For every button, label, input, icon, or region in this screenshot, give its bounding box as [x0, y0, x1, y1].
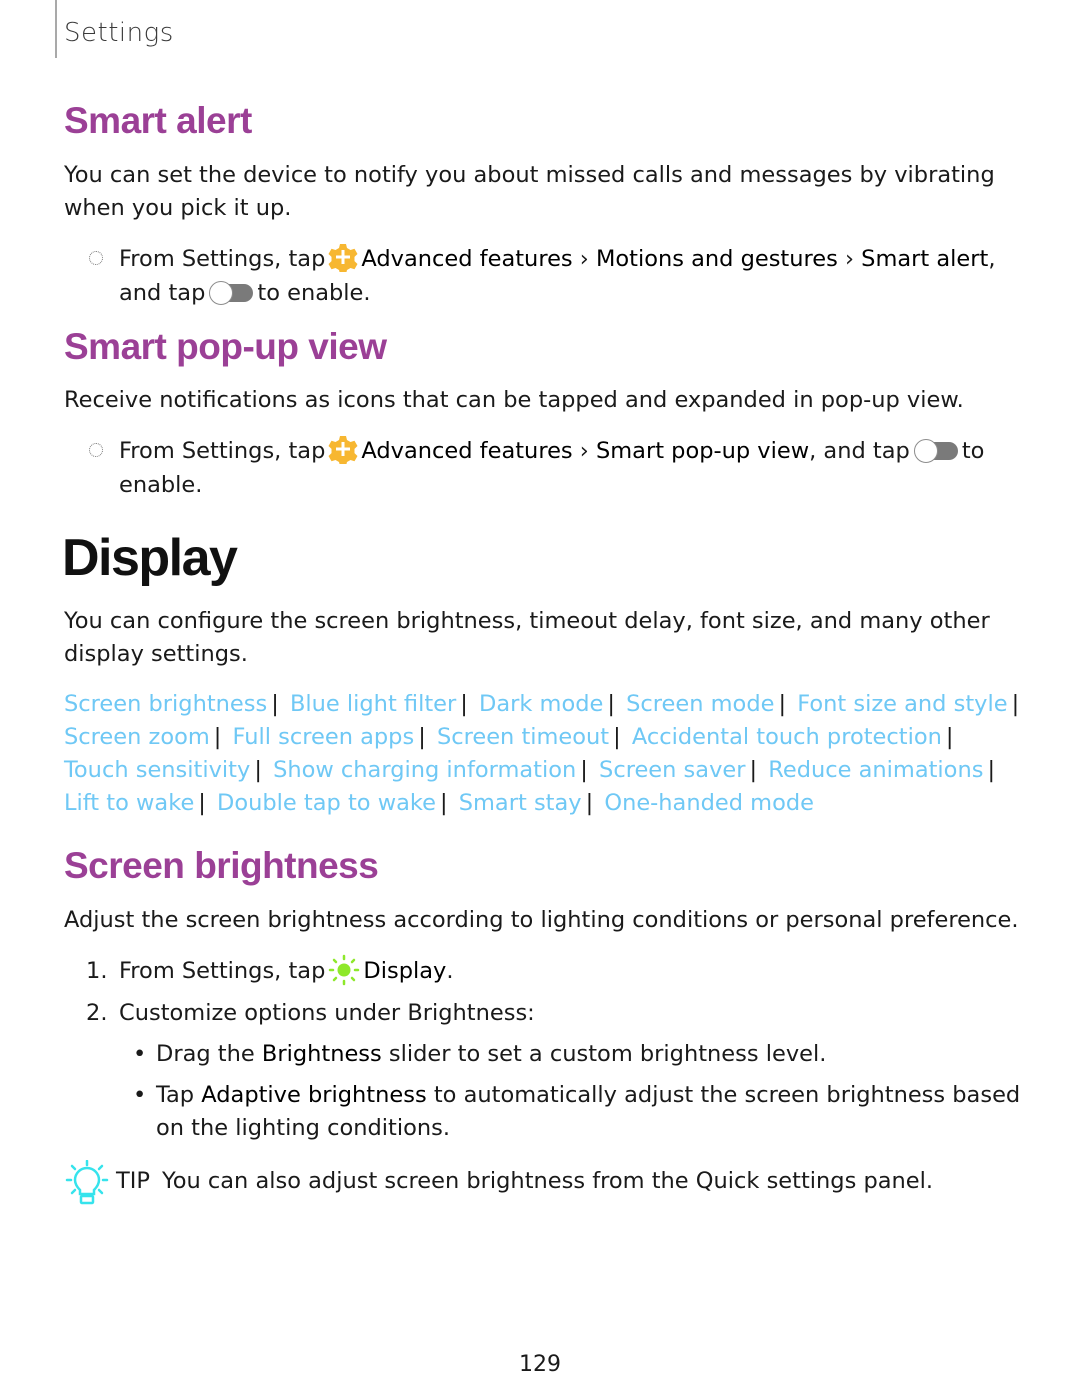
link-separator: | [945, 724, 954, 750]
path-motions-gestures: Motions and gestures [595, 246, 838, 272]
link-separator: | [607, 691, 615, 717]
smart-popup-description: Receive notifications as icons that can … [64, 387, 964, 413]
smart-alert-heading: Smart alert [64, 100, 252, 141]
smart-popup-step: From Settings, tap Advanced features › Sm… [119, 434, 1024, 502]
link-separator: | [418, 724, 426, 750]
link-separator: | [271, 691, 279, 717]
topic-link-full-screen-apps[interactable]: Full screen apps [233, 724, 415, 750]
topic-link-show-charging-information[interactable]: Show charging information [273, 757, 576, 783]
smart-popup-heading: Smart pop-up view [64, 326, 387, 367]
topic-link-lift-to-wake[interactable]: Lift to wake [64, 790, 194, 816]
link-separator: | [213, 724, 222, 750]
toggle-off-icon [209, 281, 254, 305]
link-separator: | [585, 790, 594, 816]
display-sun-icon [328, 954, 360, 986]
section-header: Settings [64, 18, 174, 48]
topic-link-reduce-animations[interactable]: Reduce animations [768, 757, 983, 783]
header-divider [55, 0, 57, 58]
topic-link-screen-zoom[interactable]: Screen zoom [64, 724, 210, 750]
toggle-off-icon [913, 439, 958, 463]
link-separator: | [987, 757, 996, 783]
step-1: 1. From Settings, tap Display. [86, 954, 453, 988]
topic-link-touch-sensitivity[interactable]: Touch sensitivity [64, 757, 250, 783]
tip-label: TIP [116, 1168, 150, 1194]
page-number: 129 [519, 1352, 561, 1377]
link-separator: | [198, 790, 206, 816]
tip-text: You can also adjust screen brightness fr… [161, 1168, 934, 1194]
advanced-features-gear-icon [328, 434, 358, 466]
link-separator: | [460, 691, 468, 717]
path-smart-popup-view: Smart pop-up view [595, 438, 810, 464]
topic-link-screen-mode[interactable]: Screen mode [626, 691, 774, 717]
screen-brightness-description: Adjust the screen brightness according t… [64, 907, 1019, 933]
display-description: You can configure the screen brightness,… [64, 608, 990, 667]
step-bullet-icon [89, 251, 103, 265]
step-bullet-icon [89, 443, 103, 457]
topic-link-screen-timeout[interactable]: Screen timeout [437, 724, 609, 750]
link-separator: | [778, 691, 787, 717]
topic-link-double-tap-to-wake[interactable]: Double tap to wake [217, 790, 436, 816]
link-separator: | [749, 757, 758, 783]
link-separator: | [439, 790, 448, 816]
link-separator: | [580, 757, 588, 783]
link-separator: | [613, 724, 621, 750]
smart-alert-description: You can set the device to notify you abo… [64, 162, 995, 221]
path-smart-alert: Smart alert [861, 246, 989, 272]
topic-link-blue-light-filter[interactable]: Blue light filter [290, 691, 456, 717]
display-topic-links: Screen brightness | Blue light filter | Da… [64, 688, 1029, 820]
link-separator: | [1011, 691, 1020, 717]
topic-link-screen-saver[interactable]: Screen saver [599, 757, 745, 783]
topic-link-one-handed-mode[interactable]: One-handed mode [604, 790, 814, 816]
topic-link-accidental-touch-protection[interactable]: Accidental touch protection [632, 724, 942, 750]
smart-alert-step: From Settings, tap Advanced features › Mo… [119, 242, 1024, 310]
topic-link-font-size-and-style[interactable]: Font size and style [797, 691, 1007, 717]
topic-link-dark-mode[interactable]: Dark mode [479, 691, 603, 717]
advanced-features-gear-icon [328, 242, 358, 274]
display-heading: Display [62, 529, 238, 587]
screen-brightness-heading: Screen brightness [64, 845, 379, 886]
path-advanced-features: Advanced features [361, 246, 573, 272]
topic-link-screen-brightness[interactable]: Screen brightness [64, 691, 267, 717]
step-2: 2. Customize options under Brightness: [86, 1000, 535, 1026]
path-advanced-features: Advanced features [361, 438, 573, 464]
lightbulb-icon [64, 1159, 110, 1208]
link-separator: | [254, 757, 262, 783]
topic-link-smart-stay[interactable]: Smart stay [459, 790, 582, 816]
